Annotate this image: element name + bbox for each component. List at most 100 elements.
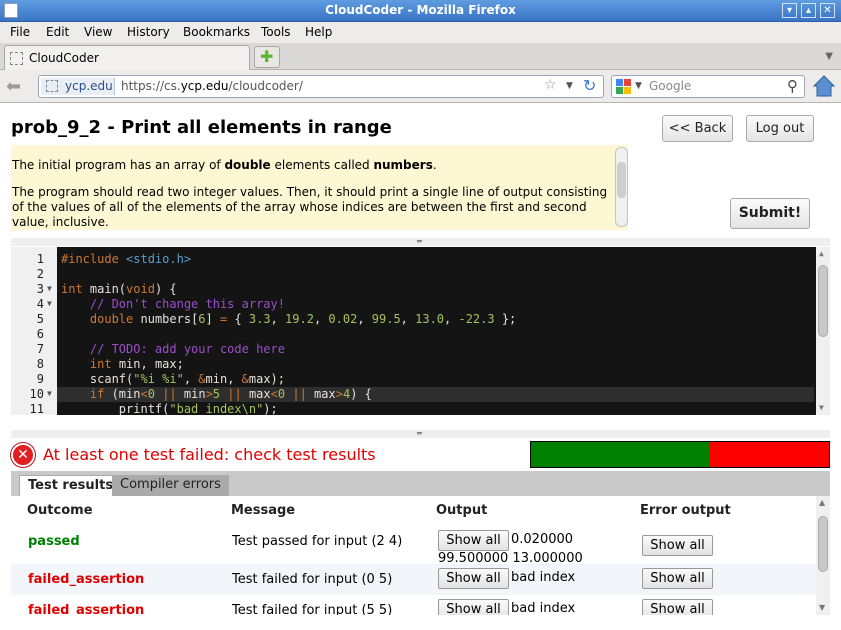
- code-line[interactable]: printf("bad index\n");: [61, 402, 278, 415]
- splitter-grip-icon: ═: [417, 237, 422, 246]
- window-title-bar: CloudCoder - Mozilla Firefox ▾ ▴ ✕: [0, 0, 841, 22]
- search-bar[interactable]: ▼ Google ⚲: [611, 75, 805, 98]
- new-tab-button[interactable]: ✚: [254, 46, 280, 68]
- output-show-all-button[interactable]: Show all: [438, 568, 509, 589]
- line-number: 10: [29, 387, 44, 401]
- search-engine-dropdown-icon[interactable]: ▼: [635, 81, 642, 91]
- scroll-down-icon[interactable]: ▼: [819, 403, 824, 412]
- url-bar[interactable]: ycp.edu https://cs.ycp.edu/cloudcoder/ ☆…: [38, 75, 604, 98]
- code-line[interactable]: if (min<0 || min>5 || max<0 || max>4) {: [61, 387, 372, 401]
- problem-title: prob_9_2 - Print all elements in range: [11, 117, 392, 138]
- description-scrollbar[interactable]: [615, 147, 628, 227]
- tab-bar: CloudCoder ✚ ▼: [0, 43, 841, 70]
- table-row: failed_assertion Test failed for input (5…: [11, 595, 816, 615]
- tab-list-icon[interactable]: ▼: [825, 51, 833, 62]
- line-number: 8: [36, 357, 44, 371]
- menu-file[interactable]: File: [10, 25, 30, 39]
- plus-icon: ✚: [260, 47, 274, 66]
- desc-text: .: [432, 158, 437, 172]
- menu-bookmarks[interactable]: Bookmarks: [183, 25, 250, 39]
- reload-icon[interactable]: ↻: [583, 76, 596, 95]
- code-line[interactable]: double numbers[6] = { 3.3, 19.2, 0.02, 9…: [61, 312, 516, 326]
- problem-description: The initial program has an array of doub…: [11, 145, 628, 230]
- back-arrow-icon[interactable]: ⬅: [6, 76, 21, 97]
- minimize-button[interactable]: ▾: [782, 3, 797, 18]
- output-show-all-button[interactable]: Show all: [438, 530, 509, 551]
- desc-text: The initial program has an array of: [12, 158, 225, 172]
- scroll-up-icon[interactable]: ▲: [819, 498, 825, 507]
- splitter-grip-icon: ═: [417, 429, 422, 438]
- menu-history[interactable]: History: [127, 25, 170, 39]
- home-icon[interactable]: [812, 74, 836, 98]
- message-cell: Test passed for input (2 4): [232, 534, 403, 549]
- page-content: prob_9_2 - Print all elements in range <…: [0, 104, 841, 630]
- back-button[interactable]: << Back: [662, 115, 733, 142]
- scroll-up-icon[interactable]: ▲: [819, 249, 824, 258]
- search-placeholder: Google: [649, 79, 692, 93]
- site-identity-button[interactable]: ycp.edu: [41, 78, 115, 95]
- browser-tab[interactable]: CloudCoder: [4, 45, 250, 70]
- error-output-show-all-button[interactable]: Show all: [642, 599, 713, 615]
- splitter-bottom[interactable]: ═: [11, 430, 830, 438]
- header-outcome: Outcome: [27, 503, 93, 518]
- google-icon[interactable]: [616, 79, 632, 95]
- menu-help[interactable]: Help: [305, 25, 332, 39]
- error-output-show-all-button[interactable]: Show all: [642, 535, 713, 556]
- header-error-output: Error output: [640, 503, 731, 518]
- results-tabs: Test results Compiler errors: [11, 471, 830, 496]
- code-line[interactable]: // Don't change this array!: [61, 297, 285, 311]
- site-identity-label: ycp.edu: [65, 79, 113, 93]
- results-scrollbar[interactable]: ▲ ▼: [816, 496, 830, 615]
- results-table: Outcome Message Output Error output pass…: [11, 496, 816, 615]
- url-dropdown-icon[interactable]: ▼: [566, 81, 573, 91]
- window-title: CloudCoder - Mozilla Firefox: [325, 3, 516, 17]
- code-line[interactable]: int main(void) {: [61, 282, 177, 296]
- tab-test-results[interactable]: Test results: [19, 475, 123, 496]
- scrollbar-thumb[interactable]: [617, 162, 626, 198]
- desc-bold-double: double: [224, 158, 271, 172]
- error-output-show-all-button[interactable]: Show all: [642, 568, 713, 589]
- outcome-cell: failed_assertion: [28, 603, 145, 615]
- page-icon: [10, 52, 23, 65]
- code-line[interactable]: int min, max;: [61, 357, 184, 371]
- url-prefix: https://cs.: [121, 79, 181, 93]
- code-line[interactable]: // TODO: add your code here: [61, 342, 285, 356]
- scrollbar-thumb[interactable]: [818, 516, 828, 572]
- logout-button[interactable]: Log out: [746, 115, 814, 142]
- test-progress-bar: [530, 441, 830, 468]
- description-paragraph-1: The initial program has an array of doub…: [11, 158, 628, 173]
- fold-arrow-icon[interactable]: ▼: [47, 389, 52, 398]
- output-show-all-button[interactable]: Show all: [438, 599, 509, 615]
- bookmark-star-icon[interactable]: ☆: [544, 77, 557, 93]
- table-row: failed_assertion Test failed for input (0…: [11, 564, 816, 595]
- code-editor[interactable]: 123▼4▼5678910▼1112 #include <stdio.h>int…: [11, 247, 830, 415]
- submit-button[interactable]: Submit!: [730, 198, 810, 229]
- menu-tools[interactable]: Tools: [261, 25, 291, 39]
- status-message: At least one test failed: check test res…: [43, 445, 376, 464]
- progress-bar-fill: [531, 442, 710, 467]
- search-icon[interactable]: ⚲: [787, 77, 798, 95]
- tab-compiler-errors[interactable]: Compiler errors: [112, 475, 229, 496]
- scroll-down-icon[interactable]: ▼: [819, 603, 825, 612]
- desc-text: elements called: [270, 158, 374, 172]
- editor-scrollbar[interactable]: ▲ ▼: [816, 247, 830, 415]
- output-cell: bad index: [511, 601, 576, 615]
- line-number: 4: [36, 297, 44, 311]
- message-cell: Test failed for input (5 5): [232, 603, 393, 615]
- output-cell: bad index: [511, 570, 576, 585]
- code-line[interactable]: scanf("%i %i", &min, &max);: [61, 372, 285, 386]
- header-message: Message: [231, 503, 296, 518]
- url-text[interactable]: https://cs.ycp.edu/cloudcoder/: [121, 79, 303, 93]
- fold-arrow-icon[interactable]: ▼: [47, 284, 52, 293]
- outcome-cell: passed: [28, 534, 80, 549]
- menu-view[interactable]: View: [84, 25, 112, 39]
- line-number: 6: [36, 327, 44, 341]
- fold-arrow-icon[interactable]: ▼: [47, 299, 52, 308]
- line-number: 9: [36, 372, 44, 386]
- code-line[interactable]: #include <stdio.h>: [61, 252, 191, 266]
- scrollbar-thumb[interactable]: [818, 265, 828, 337]
- close-window-button[interactable]: ✕: [820, 3, 835, 18]
- menu-edit[interactable]: Edit: [46, 25, 69, 39]
- maximize-button[interactable]: ▴: [801, 3, 816, 18]
- splitter-top[interactable]: ═: [11, 238, 830, 246]
